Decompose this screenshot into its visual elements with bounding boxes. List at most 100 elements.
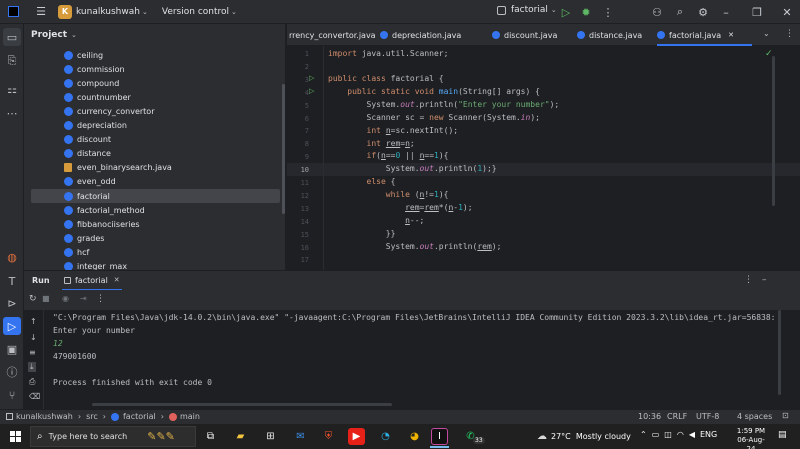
run-gutter-icon[interactable]: ▷ (309, 87, 314, 95)
print-icon[interactable]: ⎙ (29, 377, 35, 387)
main-menu-icon[interactable]: ☰ (30, 1, 52, 23)
intellij-icon[interactable]: I (431, 428, 448, 445)
camera-icon[interactable]: ◉ (62, 294, 69, 303)
console-vscrollbar[interactable] (778, 310, 781, 395)
crumb-method[interactable]: main (180, 412, 200, 421)
clock[interactable]: 1:59 PM 06-Aug-24 (733, 427, 769, 449)
run-tool-icon[interactable]: ▷ (3, 317, 21, 335)
lock-icon[interactable]: ⊡ (782, 411, 789, 420)
tree-item[interactable]: countnumber (64, 90, 131, 104)
add-user-icon[interactable]: ⚇ (646, 1, 668, 23)
scroll-up-icon[interactable]: ↑ (30, 317, 37, 326)
tree-scrollbar[interactable] (282, 84, 285, 214)
problems-tool-icon[interactable]: ⓘ (3, 363, 21, 381)
weather-widget[interactable]: ☁ 27°C Mostly cloudy (537, 431, 631, 442)
terminal-window-icon[interactable]: ▣ (3, 340, 21, 358)
brave-icon[interactable]: ⛨ (320, 428, 337, 445)
git-tool-icon[interactable]: ⑂ (3, 386, 21, 404)
settings-gear-icon[interactable]: ⚙ (692, 1, 714, 23)
tree-item[interactable]: grades (64, 231, 104, 245)
scroll-to-end-icon[interactable]: ⤓ (28, 362, 36, 372)
mail-icon[interactable]: ✉ (292, 428, 309, 445)
exit-icon[interactable]: ⇥ (80, 294, 87, 303)
tree-item[interactable]: integer_max (64, 260, 127, 270)
run-gutter-icon[interactable]: ▷ (309, 74, 314, 82)
tree-item[interactable]: even_odd (64, 175, 116, 189)
crumb-class[interactable]: factorial (123, 412, 156, 421)
more-actions-icon[interactable]: ⋮ (597, 1, 619, 23)
file-encoding[interactable]: UTF-8 (696, 412, 719, 421)
console-output[interactable]: "C:\Program Files\Java\jdk-14.0.2\bin\ja… (44, 310, 775, 409)
run-panel-more-icon[interactable]: ⋮ (744, 275, 753, 285)
store-icon[interactable]: ⊞ (262, 428, 279, 445)
project-selector[interactable]: K kunalkushwah ⌄ (58, 4, 162, 19)
windows-start-icon[interactable] (7, 428, 24, 445)
crumb-project[interactable]: kunalkushwah (16, 412, 73, 421)
run-config-selector[interactable]: factorial ⌄ (497, 5, 557, 15)
tree-item[interactable]: hcf (64, 245, 89, 259)
volume-icon[interactable]: ◀ (689, 430, 695, 439)
task-view-icon[interactable]: ⧉ (202, 428, 219, 445)
indent-setting[interactable]: 4 spaces (737, 412, 772, 421)
meet-icon[interactable]: ▭ (652, 430, 660, 439)
vcs-selector[interactable]: Version control ⌄ (162, 7, 237, 17)
language-indicator[interactable]: ENG (700, 430, 717, 439)
console-hscrollbar[interactable] (92, 403, 392, 406)
tree-item[interactable]: currency_convertor (64, 104, 154, 118)
tabs-overflow-icon[interactable]: ⌄ (763, 29, 770, 38)
crumb-src[interactable]: src (86, 412, 98, 421)
notifications-icon[interactable]: ▤ (778, 430, 787, 440)
rerun-icon[interactable]: ↻ (29, 294, 37, 304)
run-icon[interactable]: ▷ (555, 1, 577, 23)
wifi-icon[interactable]: ◠ (677, 430, 684, 439)
more-tools-icon[interactable]: ⋯ (3, 104, 21, 122)
search-icon[interactable]: ⌕ (669, 1, 691, 23)
caret-position[interactable]: 10:36 (638, 412, 661, 421)
soft-wrap-icon[interactable]: ≡ (29, 348, 36, 357)
more-icon[interactable]: ⋮ (96, 294, 105, 304)
tab-depreciation[interactable]: depreciation.java (380, 24, 461, 46)
project-tool-icon[interactable]: ▭ (3, 28, 21, 46)
services-tool-icon[interactable]: ⊳ (3, 294, 21, 312)
code-editor[interactable]: 1 2 3 4 5 6 7 8 9 10 11 12 13 14 15 16 17 ▷ ▷ ✓ import j… (287, 46, 800, 270)
close-tab-icon[interactable]: ✕ (728, 31, 734, 39)
tab-discount[interactable]: discount.java (492, 24, 557, 46)
tray-overflow-icon[interactable]: ⌃ (640, 430, 647, 439)
tree-item[interactable]: even_binarysearch.java (64, 161, 172, 175)
terminal-tool-icon[interactable]: T (3, 272, 21, 290)
debug-icon[interactable]: ✹ (575, 1, 597, 23)
editor-scrollbar[interactable] (772, 56, 775, 206)
tree-item[interactable]: commission (64, 62, 125, 76)
tab-currency-convertor[interactable]: rrency_convertor.java (289, 24, 376, 46)
taskbar-search-box[interactable]: ⌕ Type here to search ✎✎✎ (30, 426, 196, 447)
restore-icon[interactable]: ❐ (746, 1, 768, 23)
commit-tool-icon[interactable]: ⎘ (3, 52, 21, 70)
tree-item[interactable]: discount (64, 133, 111, 147)
tree-item[interactable]: compound (64, 76, 119, 90)
edge-icon[interactable]: ◔ (377, 428, 394, 445)
close-tab-icon[interactable]: ✕ (114, 276, 120, 284)
youtube-icon[interactable]: ▶ (348, 428, 365, 445)
close-window-icon[interactable]: ✕ (776, 1, 798, 23)
tabs-more-icon[interactable]: ⋮ (785, 29, 794, 39)
tree-item[interactable]: depreciation (64, 119, 127, 133)
plugin-icon[interactable]: ◍ (3, 248, 21, 266)
tree-item[interactable]: ceiling (64, 48, 103, 62)
file-explorer-icon[interactable]: ▰ (232, 428, 249, 445)
tree-item[interactable]: factorial_method (64, 203, 145, 217)
tab-distance[interactable]: distance.java (577, 24, 642, 46)
tree-item[interactable]: fibbanociiseries (64, 217, 140, 231)
project-panel-header[interactable]: Project ⌄ (31, 30, 77, 40)
stop-icon[interactable]: ■ (42, 294, 50, 303)
hide-panel-icon[interactable]: – (762, 275, 767, 285)
tab-factorial[interactable]: factorial.java ✕ (657, 24, 752, 46)
line-separator[interactable]: CRLF (667, 412, 687, 421)
scroll-down-icon[interactable]: ↓ (30, 333, 37, 342)
tree-item[interactable]: distance (64, 147, 111, 161)
run-tab-factorial[interactable]: factorial ✕ (62, 271, 122, 291)
tree-item[interactable]: factorial (64, 189, 110, 203)
clear-icon[interactable]: ⌫ (29, 392, 40, 401)
chrome-icon[interactable]: ◕ (406, 428, 423, 445)
network-icon[interactable]: ◫ (664, 430, 672, 439)
minimize-icon[interactable]: – (715, 1, 737, 23)
